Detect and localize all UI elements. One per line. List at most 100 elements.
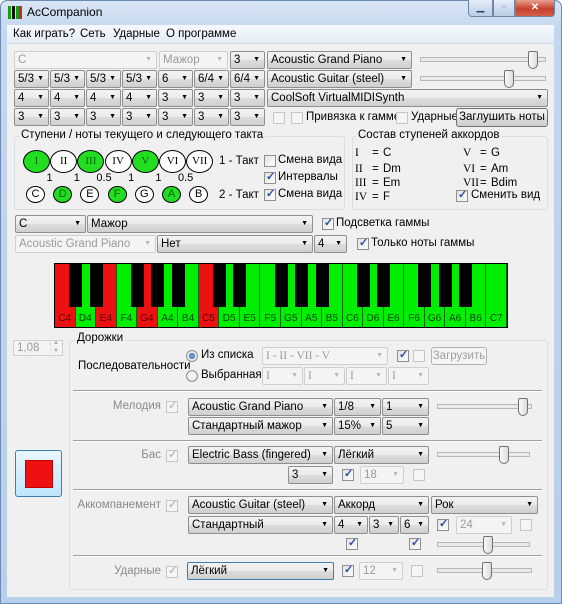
degree-circle-VI[interactable]: VI: [159, 150, 186, 173]
row4-combo-7[interactable]: 3 ▼: [230, 108, 265, 126]
piano-black-key-G#5[interactable]: [295, 264, 309, 307]
melody-percent-combo[interactable]: 15% ▼: [334, 417, 381, 435]
from-list-radio[interactable]: [186, 350, 198, 362]
piano-black-key-F#5[interactable]: [274, 264, 288, 307]
volume-2-slider[interactable]: [420, 70, 546, 88]
piano-black-key-C#6[interactable]: [356, 264, 370, 307]
drums-style-combo[interactable]: Лёгкий ▼: [187, 562, 334, 580]
sequence-combo[interactable]: I - II - VII - V ▼: [262, 347, 388, 365]
drums-checkbox[interactable]: [396, 112, 408, 124]
bass-instrument-combo[interactable]: Electric Bass (fingered) ▼: [188, 446, 333, 464]
piano-black-key-F#4[interactable]: [130, 264, 144, 307]
mute-notes-button[interactable]: Заглушить ноты: [456, 108, 548, 127]
bass-octave-combo[interactable]: 3 ▼: [288, 466, 333, 484]
row4-combo-4[interactable]: 3 ▼: [122, 108, 157, 126]
degree-circle-II[interactable]: II: [50, 150, 78, 173]
drums-option-checkbox-2[interactable]: [411, 565, 423, 577]
slider-thumb[interactable]: [482, 536, 493, 554]
row3-combo-4[interactable]: 4 ▼: [122, 89, 157, 107]
row4-combo-1[interactable]: 3 ▼: [14, 108, 49, 126]
accomp-volume-slider[interactable]: [437, 536, 530, 554]
piano-keyboard[interactable]: C4 D4 E4 F4 G4 A4 B4 C5 D5 E5 F5 G5 A5 B5 C6 D6 E6 F6 G6 A6…: [54, 263, 508, 328]
melody-value-combo[interactable]: 1 ▼: [382, 398, 429, 416]
change-view-checkbox[interactable]: [456, 188, 468, 202]
piano-black-key-A#4[interactable]: [171, 264, 185, 307]
inversion-combo-2[interactable]: 5/3 ▼: [50, 70, 85, 88]
degree-circle-V[interactable]: V: [131, 150, 159, 173]
piano-black-key-G#6[interactable]: [438, 264, 452, 307]
only-scale-notes-checkbox[interactable]: [357, 236, 369, 250]
row4-combo-6[interactable]: 3 ▼: [194, 108, 229, 126]
accomp-v3-combo[interactable]: 6 ▼: [400, 516, 429, 534]
melody-instrument-combo[interactable]: Acoustic Grand Piano ▼: [188, 398, 333, 416]
piano-black-key-D#6[interactable]: [377, 264, 391, 307]
option-checkbox[interactable]: [273, 112, 285, 124]
melody-style-combo[interactable]: Стандартный мажор ▼: [188, 417, 333, 435]
accomp-type-combo[interactable]: Аккорд ▼: [334, 496, 429, 514]
melody-duration-combo[interactable]: 1/8 ▼: [334, 398, 381, 416]
melody-volume-slider[interactable]: [437, 398, 532, 416]
minimize-button[interactable]: ▁: [468, 0, 493, 17]
instrument-2-combo[interactable]: Acoustic Guitar (steel) ▼: [267, 70, 412, 88]
piano-black-key-G#4[interactable]: [151, 264, 165, 307]
scale-mode-combo[interactable]: Мажор ▼: [87, 215, 313, 233]
degree-circle-IV[interactable]: IV: [104, 150, 132, 173]
selected-radio[interactable]: [186, 370, 198, 382]
custom-degree-combo-2[interactable]: I ▼: [304, 367, 345, 385]
inversion-combo-7[interactable]: 6/4 ▼: [230, 70, 265, 88]
menu-about[interactable]: О программе: [166, 28, 236, 40]
accomp-instrument-combo[interactable]: Acoustic Guitar (steel) ▼: [188, 496, 333, 514]
spin-up-icon[interactable]: ▲: [50, 340, 61, 346]
volume-1-slider[interactable]: [420, 51, 546, 69]
instrument-1-combo[interactable]: Acoustic Grand Piano ▼: [267, 51, 412, 69]
slider-thumb[interactable]: [527, 51, 538, 69]
tempo-spinner[interactable]: 1,08 ▲ ▼: [13, 340, 63, 356]
sequence-checkbox-1[interactable]: [397, 348, 409, 362]
slider-thumb[interactable]: [499, 446, 510, 464]
slider-thumb[interactable]: [482, 562, 493, 580]
accomp-option-checkbox-2[interactable]: [520, 519, 532, 531]
menu-how-to-play[interactable]: Как играть?: [13, 28, 75, 40]
piano-black-key-D#4[interactable]: [89, 264, 103, 307]
bass-value-combo[interactable]: 18 ▼: [360, 466, 404, 484]
row4-combo-5[interactable]: 3 ▼: [158, 108, 193, 126]
accomp-genre-combo[interactable]: Рок ▼: [431, 496, 538, 514]
piano-black-key-D#5[interactable]: [233, 264, 247, 307]
inversion-combo-1[interactable]: 5/3 ▼: [14, 70, 49, 88]
menu-network[interactable]: Сеть: [80, 28, 106, 40]
row3-combo-5[interactable]: 3 ▼: [158, 89, 193, 107]
piano-black-key-C#5[interactable]: [212, 264, 226, 307]
slider-thumb[interactable]: [503, 70, 514, 88]
custom-degree-combo-4[interactable]: I ▼: [388, 367, 429, 385]
row3-combo-6[interactable]: 3 ▼: [194, 89, 229, 107]
note-circle-A[interactable]: A: [162, 186, 181, 203]
degree-circle-I[interactable]: I: [23, 150, 50, 173]
menu-drums[interactable]: Ударные: [113, 28, 160, 40]
bar-1-toggle-checkbox[interactable]: [264, 155, 276, 167]
note-circle-F[interactable]: F: [107, 186, 127, 203]
drums-track-checkbox[interactable]: [166, 564, 178, 578]
sequence-checkbox-2[interactable]: [413, 350, 425, 362]
maximize-button[interactable]: ▫: [493, 0, 515, 17]
piano-black-key-C#4[interactable]: [69, 264, 83, 307]
bass-option-checkbox-2[interactable]: [413, 469, 425, 481]
accomp-value-combo[interactable]: 24 ▼: [456, 516, 512, 534]
load-button[interactable]: Загрузить: [431, 347, 487, 365]
bass-checkbox[interactable]: [166, 448, 178, 462]
piano-key-C7[interactable]: C7: [486, 264, 507, 327]
piano-black-key-F#6[interactable]: [418, 264, 432, 307]
row4-combo-2[interactable]: 3 ▼: [50, 108, 85, 126]
inversion-combo-5[interactable]: 6 ▼: [158, 70, 193, 88]
custom-degree-combo-3[interactable]: I ▼: [346, 367, 387, 385]
accomp-v1-combo[interactable]: 4 ▼: [334, 516, 368, 534]
row3-combo-3[interactable]: 4 ▼: [86, 89, 121, 107]
drums-value-combo[interactable]: 12 ▼: [359, 562, 403, 580]
row4-combo-3[interactable]: 3 ▼: [86, 108, 121, 126]
row3-combo-2[interactable]: 4 ▼: [50, 89, 85, 107]
bass-style-combo[interactable]: Лёгкий ▼: [334, 446, 429, 464]
accomp-style-combo[interactable]: Стандартный ▼: [188, 516, 333, 534]
piano-black-key-A#6[interactable]: [459, 264, 473, 307]
spin-down-icon[interactable]: ▼: [50, 348, 61, 354]
custom-degree-combo-1[interactable]: I ▼: [262, 367, 303, 385]
accomp-v2-combo[interactable]: 3 ▼: [369, 516, 399, 534]
